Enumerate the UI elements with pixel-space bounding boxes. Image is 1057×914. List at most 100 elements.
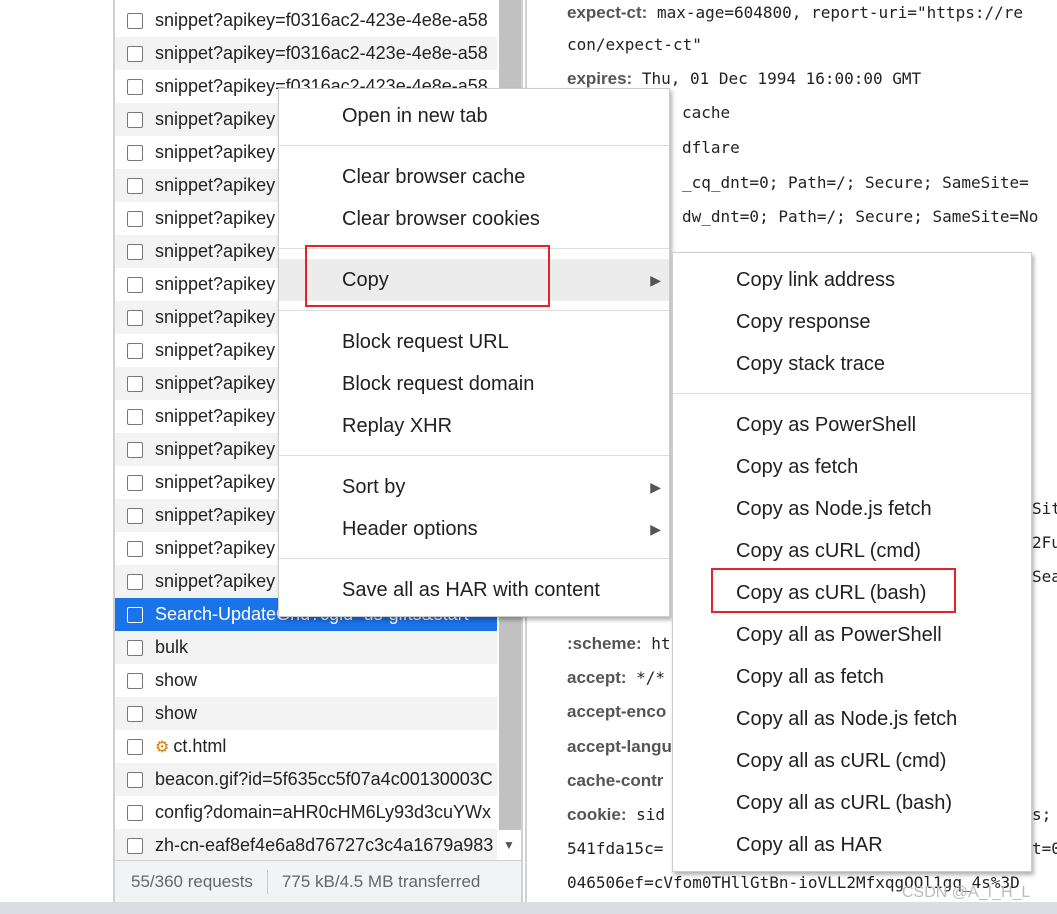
header-line: expires: Thu, 01 Dec 1994 16:00:00 GMT: [567, 69, 921, 89]
menu-separator: [673, 393, 1031, 394]
row-checkbox[interactable]: [127, 45, 143, 62]
request-name: config?domain=aHR0cHM6Ly93d3cuYWx: [155, 802, 492, 822]
row-checkbox[interactable]: [127, 375, 143, 392]
submenu-item-copy-as-curl-cmd-[interactable]: Copy as cURL (cmd): [673, 530, 1031, 572]
header-fragment: t=0: [1032, 839, 1057, 858]
request-name: snippet?apikey: [155, 175, 276, 195]
transferred-size: 775 kB/4.5 MB transferred: [281, 871, 481, 891]
submenu-item-copy-as-powershell[interactable]: Copy as PowerShell: [673, 404, 1031, 446]
row-checkbox[interactable]: [127, 144, 143, 161]
menu-item-label: Copy all as PowerShell: [736, 623, 942, 646]
submenu-item-copy-stack-trace[interactable]: Copy stack trace: [673, 343, 1031, 385]
row-checkbox[interactable]: [127, 111, 143, 128]
row-checkbox[interactable]: [127, 210, 143, 227]
submenu-item-copy-all-as-fetch[interactable]: Copy all as fetch: [673, 656, 1031, 698]
row-checkbox[interactable]: [127, 507, 143, 524]
request-name: snippet?apikey: [155, 208, 276, 228]
menu-item-replay-xhr[interactable]: Replay XHR: [279, 405, 669, 447]
row-checkbox[interactable]: [127, 573, 143, 590]
submenu-item-copy-all-as-curl-cmd-[interactable]: Copy all as cURL (cmd): [673, 740, 1031, 782]
row-checkbox[interactable]: [127, 804, 143, 821]
header-key: cookie:: [567, 805, 627, 824]
row-checkbox[interactable]: [127, 738, 143, 755]
menu-item-block-request-domain[interactable]: Block request domain: [279, 363, 669, 405]
row-checkbox[interactable]: [127, 639, 143, 656]
request-row[interactable]: show: [115, 664, 497, 697]
request-row[interactable]: ⚙ ct.html: [115, 730, 497, 763]
request-name: snippet?apikey: [155, 109, 276, 129]
row-checkbox[interactable]: [127, 837, 143, 854]
header-line: dflare: [682, 138, 740, 157]
row-checkbox[interactable]: [127, 12, 143, 29]
request-row[interactable]: snippet?apikey=f0316ac2-423e-4e8e-a58: [115, 4, 497, 37]
request-name: snippet?apikey=f0316ac2-423e-4e8e-a58: [155, 43, 488, 63]
row-checkbox[interactable]: [127, 342, 143, 359]
row-checkbox[interactable]: [127, 441, 143, 458]
row-checkbox[interactable]: [127, 606, 143, 623]
submenu-item-copy-as-node-js-fetch[interactable]: Copy as Node.js fetch: [673, 488, 1031, 530]
header-key: accept:: [567, 668, 627, 687]
divider: [266, 869, 268, 894]
row-checkbox[interactable]: [127, 672, 143, 689]
menu-item-clear-browser-cookies[interactable]: Clear browser cookies: [279, 198, 669, 240]
submenu-item-copy-link-address[interactable]: Copy link address: [673, 259, 1031, 301]
menu-item-sort-by[interactable]: Sort by ▶: [279, 466, 669, 508]
menu-item-label: Copy as fetch: [736, 455, 859, 478]
menu-item-label: Block request domain: [342, 372, 535, 395]
request-row[interactable]: show: [115, 697, 497, 730]
submenu-item-copy-all-as-node-js-fetch[interactable]: Copy all as Node.js fetch: [673, 698, 1031, 740]
row-checkbox[interactable]: [127, 705, 143, 722]
header-value: */*: [626, 668, 666, 687]
gear-icon: ⚙: [155, 738, 170, 756]
request-row[interactable]: zh-cn-eaf8ef4e6a8d76727c3c4a1679a983: [115, 829, 497, 862]
row-checkbox[interactable]: [127, 771, 143, 788]
menu-item-block-request-url[interactable]: Block request URL: [279, 321, 669, 363]
menu-item-label: Copy response: [736, 310, 871, 333]
request-row[interactable]: beacon.gif?id=5f635cc5f07a4c00130003C: [115, 763, 497, 796]
header-line: 541fda15c=: [567, 839, 663, 858]
request-row[interactable]: bulk: [115, 631, 497, 664]
row-checkbox[interactable]: [127, 276, 143, 293]
row-checkbox[interactable]: [127, 309, 143, 326]
request-name: beacon.gif?id=5f635cc5f07a4c00130003C: [155, 769, 493, 789]
request-name: show: [155, 703, 198, 723]
menu-item-label: Sort by: [342, 475, 406, 498]
header-value: Thu, 01 Dec 1994 16:00:00 GMT: [632, 69, 922, 88]
request-row[interactable]: snippet?apikey=f0316ac2-423e-4e8e-a58: [115, 37, 497, 70]
highlight-box-copy: [305, 245, 550, 307]
request-name: bulk: [155, 637, 189, 657]
row-checkbox[interactable]: [127, 474, 143, 491]
header-line: expect-ct: max-age=604800, report-uri="h…: [567, 3, 1023, 23]
submenu-item-copy-all-as-curl-bash-[interactable]: Copy all as cURL (bash): [673, 782, 1031, 824]
submenu-item-copy-all-as-powershell[interactable]: Copy all as PowerShell: [673, 614, 1031, 656]
header-line: accept-enco: [567, 702, 666, 722]
request-row[interactable]: config?domain=aHR0cHM6Ly93d3cuYWx: [115, 796, 497, 829]
header-value: con/expect-ct": [567, 35, 702, 54]
submenu-item-copy-all-as-har[interactable]: Copy all as HAR: [673, 824, 1031, 866]
submenu-item-copy-response[interactable]: Copy response: [673, 301, 1031, 343]
menu-item-header-options[interactable]: Header options ▶: [279, 508, 669, 550]
row-checkbox[interactable]: [127, 78, 143, 95]
menu-item-label: Copy stack trace: [736, 352, 885, 375]
header-fragment: Sit: [1032, 499, 1057, 518]
menu-item-label: Copy as Node.js fetch: [736, 497, 932, 520]
row-checkbox[interactable]: [127, 243, 143, 260]
row-checkbox[interactable]: [127, 177, 143, 194]
menu-separator: [279, 145, 669, 146]
row-checkbox[interactable]: [127, 408, 143, 425]
header-value: sid: [626, 805, 666, 824]
context-menu: Open in new tab Clear browser cache Clear …: [278, 88, 670, 617]
status-bar: 55/360 requests 775 kB/4.5 MB transferre…: [115, 860, 521, 902]
menu-item-clear-browser-cache[interactable]: Clear browser cache: [279, 156, 669, 198]
submenu-arrow-icon: ▶: [650, 520, 661, 537]
menu-item-open-in-new-tab[interactable]: Open in new tab: [279, 95, 669, 137]
menu-item-save-all-as-har-with-content[interactable]: Save all as HAR with content: [279, 569, 669, 611]
scroll-down-arrow-icon[interactable]: ▼: [503, 838, 515, 852]
row-checkbox[interactable]: [127, 540, 143, 557]
submenu-item-copy-as-fetch[interactable]: Copy as fetch: [673, 446, 1031, 488]
menu-separator: [279, 455, 669, 456]
menu-item-label: Block request URL: [342, 330, 509, 353]
header-line: cache-contr: [567, 771, 663, 791]
header-key: cache-contr: [567, 771, 664, 790]
bottom-bar: [0, 902, 1057, 914]
